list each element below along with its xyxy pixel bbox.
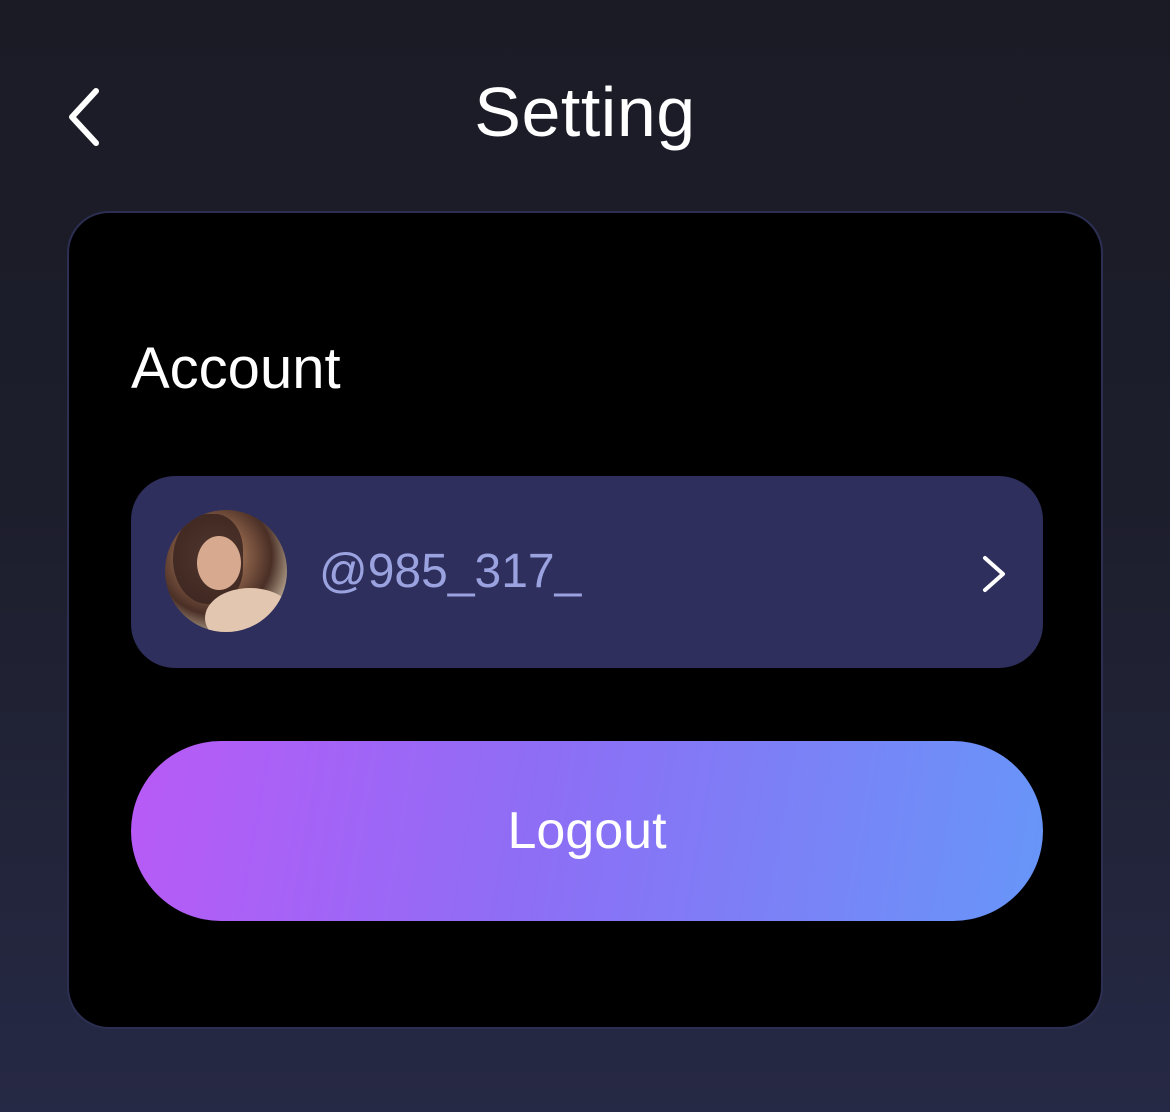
section-heading-account: Account [131, 336, 341, 401]
username-label: @985_317_ [319, 545, 582, 598]
settings-card: Account @985_317_ Logout [67, 211, 1103, 1029]
avatar [165, 510, 287, 632]
account-row[interactable]: @985_317_ [131, 476, 1043, 668]
page-title: Setting [474, 73, 696, 151]
logout-button[interactable]: Logout [131, 741, 1043, 921]
chevron-right-icon [983, 556, 1005, 592]
